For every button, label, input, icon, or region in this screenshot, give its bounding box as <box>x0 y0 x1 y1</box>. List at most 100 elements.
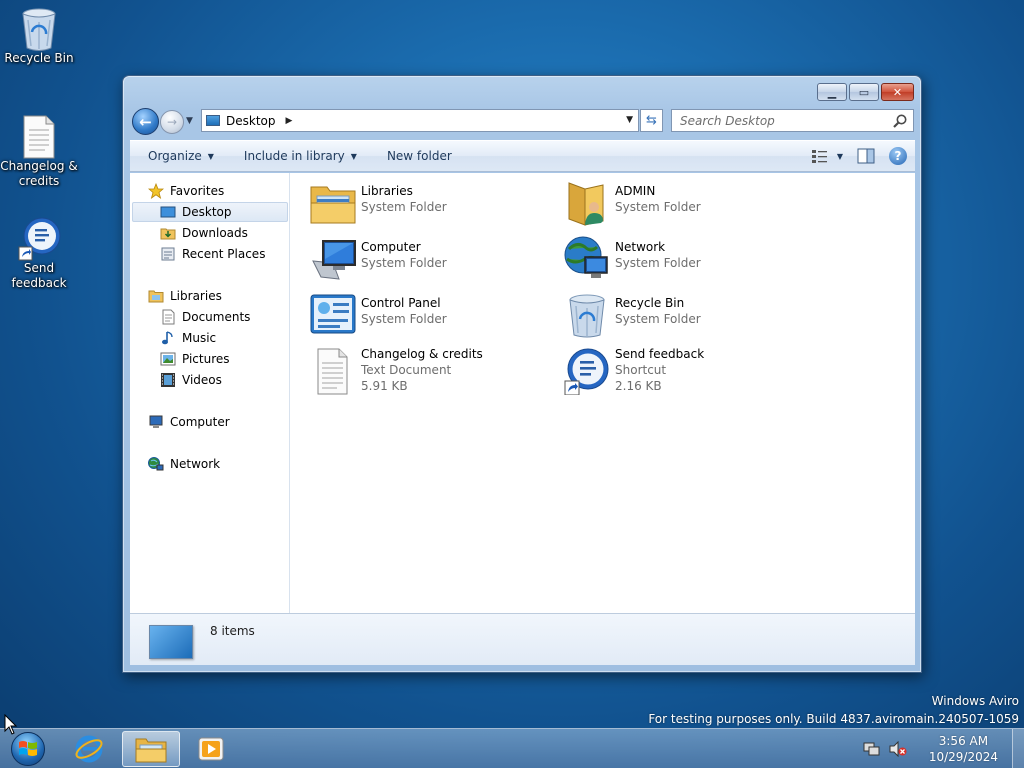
videos-icon <box>160 372 176 388</box>
item-type: System Folder <box>615 200 701 214</box>
search-box[interactable] <box>671 109 914 132</box>
nav-item-label: Documents <box>182 310 251 324</box>
computer-icon <box>148 414 164 430</box>
item-type: Text Document <box>361 363 452 377</box>
list-item-changelog[interactable]: Changelog & credits Text Document 5.91 K… <box>309 347 549 399</box>
close-button[interactable]: ✕ <box>881 83 914 101</box>
chevron-down-icon[interactable]: ▼ <box>837 152 843 161</box>
view-list-icon <box>811 150 827 163</box>
libraries-icon <box>309 179 357 227</box>
item-name: Libraries <box>361 184 413 198</box>
item-name: ADMIN <box>615 184 656 198</box>
network-icon <box>148 456 164 472</box>
computer-icon <box>309 235 357 283</box>
list-item-recycle-bin[interactable]: Recycle Bin System Folder <box>563 291 803 341</box>
navigation-row: ← → ▼ Desktop ▶ ▼ ⇆ <box>131 108 914 135</box>
address-bar[interactable]: Desktop ▶ ▼ <box>201 109 639 132</box>
recent-places-icon <box>160 246 176 262</box>
preview-pane-icon[interactable] <box>857 148 875 164</box>
folder-icon <box>135 738 167 763</box>
nav-item-favorites[interactable]: Favorites <box>148 181 304 201</box>
recent-pages-dropdown[interactable]: ▼ <box>186 116 193 126</box>
item-name: Changelog & credits <box>361 347 483 361</box>
taskbar-media-player[interactable] <box>182 731 240 767</box>
list-item-admin[interactable]: ADMIN System Folder <box>563 179 803 229</box>
clock[interactable]: 3:56 AM 10/29/2024 <box>929 733 998 765</box>
chevron-down-icon: ▼ <box>207 151 214 161</box>
item-size: 2.16 KB <box>615 379 662 393</box>
close-icon: ✕ <box>892 85 903 99</box>
minimize-icon: ▁ <box>827 85 837 99</box>
list-item-control-panel[interactable]: Control Panel System Folder <box>309 291 549 341</box>
nav-item-computer[interactable]: Computer <box>148 412 304 432</box>
nav-item-libraries[interactable]: Libraries <box>148 286 304 306</box>
nav-item-label: Downloads <box>182 226 248 240</box>
taskbar-internet-explorer[interactable] <box>60 731 118 767</box>
nav-item-label: Network <box>170 457 221 471</box>
nav-item-label: Recent Places <box>182 247 266 261</box>
item-type: System Folder <box>615 312 701 326</box>
clock-date: 10/29/2024 <box>928 750 998 764</box>
music-icon <box>160 330 176 346</box>
libraries-icon <box>148 288 164 304</box>
nav-item-desktop[interactable]: Desktop <box>132 202 288 222</box>
item-type: System Folder <box>361 256 447 270</box>
chevron-down-icon: ▼ <box>350 151 357 161</box>
refresh-icon: ⇆ <box>646 113 657 128</box>
desktop-icon-send-feedback[interactable]: Send feedback <box>0 216 78 291</box>
desktop-icon <box>160 204 176 220</box>
nav-item-network[interactable]: Network <box>148 454 304 474</box>
feedback-shortcut-icon <box>18 216 61 261</box>
list-item-network[interactable]: Network System Folder <box>563 235 803 285</box>
back-button[interactable]: ← <box>132 108 159 135</box>
desktop-icon <box>206 115 220 126</box>
nav-item-label: Music <box>182 331 217 345</box>
organize-label: Organize <box>148 149 202 163</box>
change-view-button[interactable]: ▼ <box>811 149 843 163</box>
show-desktop-button[interactable] <box>1012 729 1024 768</box>
refresh-button[interactable]: ⇆ <box>640 109 663 132</box>
item-name: Send feedback <box>615 347 705 361</box>
list-item-libraries[interactable]: Libraries System Folder <box>309 179 549 229</box>
desktop-icon-label: Changelog & credits <box>0 159 78 188</box>
taskbar-file-explorer[interactable] <box>122 731 180 767</box>
taskbar: 3:56 AM 10/29/2024 <box>0 728 1024 768</box>
file-list: Libraries System Folder ADMIN System Fol… <box>290 173 915 613</box>
help-button[interactable]: ? <box>889 147 907 165</box>
desktop-icon-changelog[interactable]: Changelog & credits <box>0 114 78 189</box>
address-dropdown-icon[interactable]: ▼ <box>626 115 633 125</box>
new-folder-button[interactable]: New folder <box>376 141 463 171</box>
mouse-cursor-icon <box>4 714 18 735</box>
clock-time: 3:56 AM <box>938 734 989 748</box>
volume-muted-icon[interactable] <box>889 741 907 757</box>
breadcrumb-desktop[interactable]: Desktop <box>226 114 276 128</box>
nav-item-label: Favorites <box>170 184 225 198</box>
item-type: System Folder <box>361 200 447 214</box>
minimize-button[interactable]: ▁ <box>817 83 847 101</box>
help-icon: ? <box>894 149 902 163</box>
build-watermark-details: For testing purposes only. Build 4837.av… <box>648 712 1019 726</box>
list-item-send-feedback[interactable]: Send feedback Shortcut 2.16 KB <box>563 347 803 399</box>
forward-arrow-icon: → <box>166 115 178 129</box>
search-input[interactable] <box>680 113 880 128</box>
include-in-library-menu[interactable]: Include in library ▼ <box>233 141 368 171</box>
list-item-computer[interactable]: Computer System Folder <box>309 235 549 285</box>
windows-logo-icon <box>11 732 45 766</box>
forward-button[interactable]: → <box>160 110 184 134</box>
media-player-icon <box>198 737 224 761</box>
user-folder-icon <box>563 179 611 227</box>
item-name: Computer <box>361 240 421 254</box>
desktop-icon-recycle-bin[interactable]: Recycle Bin <box>0 6 78 66</box>
pictures-icon <box>160 351 176 367</box>
control-panel-icon <box>309 291 357 339</box>
organize-menu[interactable]: Organize ▼ <box>137 141 225 171</box>
nav-item-label: Videos <box>182 373 222 387</box>
breadcrumb-arrow-icon[interactable]: ▶ <box>286 116 293 126</box>
maximize-icon: ▭ <box>858 85 870 99</box>
desktop-icon-label: Send feedback <box>11 261 67 290</box>
back-arrow-icon: ← <box>139 112 152 131</box>
explorer-window: ▁ ▭ ✕ ← → ▼ Desktop ▶ ▼ ⇆ Organize ▼ Inc… <box>122 75 922 673</box>
maximize-button[interactable]: ▭ <box>849 83 879 101</box>
nav-item-label: Desktop <box>182 205 232 219</box>
network-status-icon[interactable] <box>863 741 881 757</box>
